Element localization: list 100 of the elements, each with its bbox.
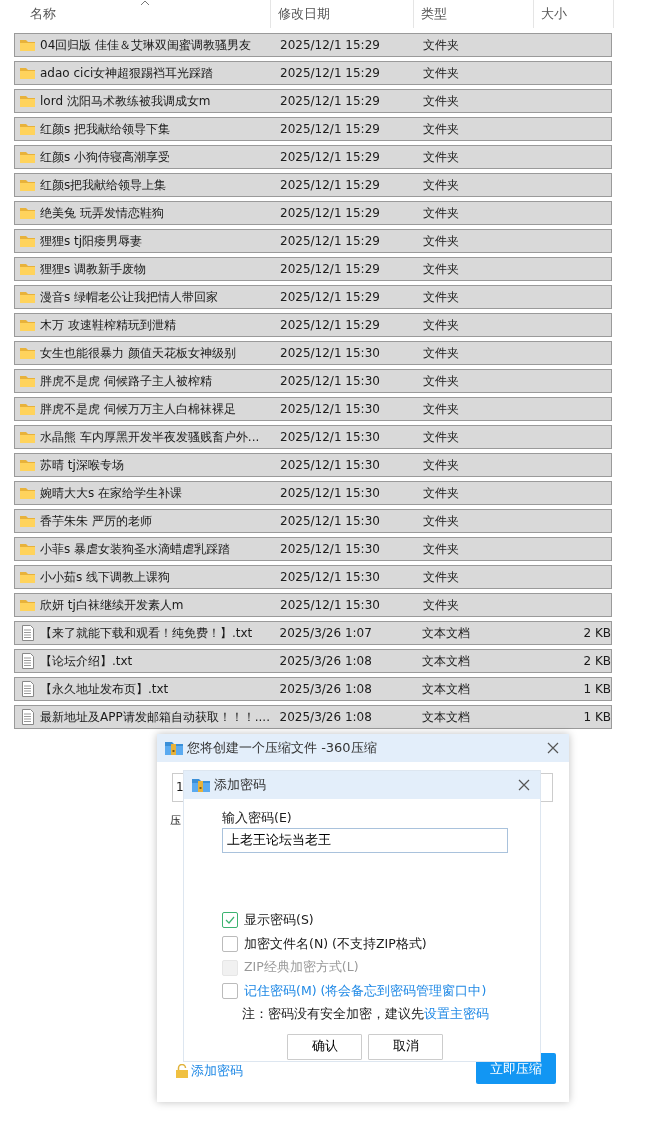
modified-date: 2025/12/1 15:29 (280, 65, 381, 82)
file-row[interactable]: 漫音s 绿帽老公让我把情人带回家 2025/12/1 15:29 文件夹 (14, 285, 612, 309)
file-name: 水晶熊 车内厚黑开发半夜发骚贱畜户外... (40, 429, 261, 446)
file-row[interactable]: 小菲s 暴虐女装狗圣水滴蜡虐乳踩踏 2025/12/1 15:30 文件夹 (14, 537, 612, 561)
file-type: 文件夹 (423, 541, 460, 558)
file-row[interactable]: 红颜s 把我献给领导下集 2025/12/1 15:29 文件夹 (14, 117, 612, 141)
lock-icon (175, 1063, 189, 1078)
modified-date: 2025/12/1 15:29 (280, 121, 381, 138)
file-row[interactable]: 胖虎不是虎 伺候路子主人被榨精 2025/12/1 15:30 文件夹 (14, 369, 612, 393)
set-master-password-link[interactable]: 设置主密码 (424, 1005, 489, 1021)
dialog-title: 添加密码 (214, 776, 266, 795)
modified-date: 2025/3/26 1:07 (279, 625, 373, 642)
modified-date: 2025/12/1 15:29 (280, 205, 381, 222)
file-type: 文件夹 (423, 93, 460, 110)
file-name: adao cici女神超狠踢裆耳光踩踏 (40, 65, 215, 82)
file-type: 文件夹 (423, 37, 460, 54)
password-field[interactable]: 上老王论坛当老王 (222, 827, 508, 853)
file-row[interactable]: 04回归版 佳佳＆艾琳双闺蜜调教骚男友 2025/12/1 15:29 文件夹 (14, 33, 612, 57)
file-size: 2 KB (582, 653, 611, 670)
file-row[interactable]: 红颜s把我献给领导上集 2025/12/1 15:29 文件夹 (14, 173, 612, 197)
file-size: 2 KB (582, 625, 611, 642)
column-header[interactable]: 名称 (0, 0, 271, 28)
file-name: 【来了就能下载和观看！纯免费！】.txt (40, 625, 254, 642)
file-row[interactable]: 【来了就能下载和观看！纯免费！】.txt 2025/3/26 1:07 文本文档 2 KB (14, 621, 612, 645)
file-row[interactable]: adao cici女神超狠踢裆耳光踩踏 2025/12/1 15:29 文件夹 (14, 61, 612, 85)
modified-date: 2025/3/26 1:08 (279, 709, 373, 726)
folder-icon (19, 373, 36, 389)
file-type: 文件夹 (423, 597, 460, 614)
folder-icon (19, 429, 36, 445)
window-title: 您将创建一个压缩文件 -360压缩 (187, 739, 377, 758)
modified-date: 2025/12/1 15:29 (280, 317, 381, 334)
file-row[interactable]: 最新地址及APP请发邮箱自动获取！！！.... 2025/3/26 1:08 文本文档 1 KB (14, 705, 612, 729)
file-type: 文本文档 (422, 625, 472, 642)
file-name: 苏晴 tj深喉专场 (40, 457, 125, 474)
file-type: 文件夹 (423, 177, 460, 194)
file-row[interactable]: 狸狸s tj阳痿男辱妻 2025/12/1 15:29 文件夹 (14, 229, 612, 253)
file-row[interactable]: lord 沈阳马术教练被我调成女m 2025/12/1 15:29 文件夹 (14, 89, 612, 113)
add-password-link[interactable]: 添加密码 (191, 1061, 243, 1081)
folder-icon (19, 93, 36, 109)
file-row[interactable]: 【永久地址发布页】.txt 2025/3/26 1:08 文本文档 1 KB (14, 677, 612, 701)
document-icon (19, 681, 36, 697)
file-row[interactable]: 香芋朱朱 严厉的老师 2025/12/1 15:30 文件夹 (14, 509, 612, 533)
file-row[interactable]: 苏晴 tj深喉专场 2025/12/1 15:30 文件夹 (14, 453, 612, 477)
file-type: 文件夹 (423, 233, 460, 250)
file-row[interactable]: 胖虎不是虎 伺候万万主人白棉袜裸足 2025/12/1 15:30 文件夹 (14, 397, 612, 421)
file-size: 1 KB (582, 709, 611, 726)
file-row[interactable]: 水晶熊 车内厚黑开发半夜发骚贱畜户外... 2025/12/1 15:30 文件夹 (14, 425, 612, 449)
folder-icon (19, 569, 36, 585)
dialog-button[interactable]: 确认 (287, 1033, 362, 1060)
file-name: 女生也能很暴力 颜值天花板女神级别 (40, 345, 237, 362)
file-row[interactable]: 绝美兔 玩弄发情恋鞋狗 2025/12/1 15:29 文件夹 (14, 201, 612, 225)
modified-date: 2025/12/1 15:30 (280, 513, 381, 530)
checkbox[interactable] (222, 983, 238, 1000)
folder-icon (19, 177, 36, 193)
modified-date: 2025/12/1 15:30 (280, 401, 381, 418)
file-row[interactable]: 红颜s 小狗侍寝高潮享受 2025/12/1 15:29 文件夹 (14, 145, 612, 169)
checkbox[interactable] (222, 912, 238, 929)
file-name: 绝美兔 玩弄发情恋鞋狗 (40, 205, 165, 222)
folder-icon (19, 149, 36, 165)
file-row[interactable]: 婉晴大大s 在家给学生补课 2025/12/1 15:30 文件夹 (14, 481, 612, 505)
file-type: 文件夹 (423, 513, 460, 530)
file-row[interactable]: 欣妍 tj白袜继续开发素人m 2025/12/1 15:30 文件夹 (14, 593, 612, 617)
folder-icon (19, 485, 36, 501)
file-name: 漫音s 绿帽老公让我把情人带回家 (40, 289, 220, 306)
column-header[interactable]: 大小 (534, 0, 614, 28)
file-size: 1 KB (582, 681, 611, 698)
file-type: 文件夹 (423, 149, 460, 166)
file-row[interactable]: 【论坛介绍】.txt 2025/3/26 1:08 文本文档 2 KB (14, 649, 612, 673)
file-name: 狸狸s 调教新手废物 (40, 261, 148, 278)
modified-date: 2025/12/1 15:29 (280, 233, 381, 250)
file-name: 【永久地址发布页】.txt (40, 681, 170, 698)
folder-icon (19, 345, 36, 361)
modified-date: 2025/12/1 15:30 (280, 345, 381, 362)
file-row[interactable]: 女生也能很暴力 颜值天花板女神级别 2025/12/1 15:30 文件夹 (14, 341, 612, 365)
dialog-button[interactable]: 取消 (368, 1033, 443, 1060)
modified-date: 2025/12/1 15:30 (280, 429, 381, 446)
option-label: ZIP经典加密方式(L) (244, 958, 359, 977)
file-type: 文件夹 (423, 65, 460, 82)
folder-icon (19, 37, 36, 53)
modified-date: 2025/3/26 1:08 (279, 681, 373, 698)
modified-date: 2025/3/26 1:08 (279, 653, 373, 670)
file-row[interactable]: 小小茹s 线下调教上课狗 2025/12/1 15:30 文件夹 (14, 565, 612, 589)
column-header[interactable]: 修改日期 (271, 0, 414, 28)
file-type: 文本文档 (422, 681, 472, 698)
field-label: 输入密码(E) (222, 809, 293, 827)
file-type: 文件夹 (423, 429, 460, 446)
file-name: 香芋朱朱 严厉的老师 (40, 513, 153, 530)
file-name: 欣妍 tj白袜继续开发素人m (40, 597, 185, 614)
checkbox[interactable] (222, 935, 238, 952)
column-header[interactable]: 类型 (414, 0, 534, 28)
close-icon[interactable] (518, 779, 530, 791)
modified-date: 2025/12/1 15:29 (280, 93, 381, 110)
file-name: 小菲s 暴虐女装狗圣水滴蜡虐乳踩踏 (40, 541, 232, 558)
close-icon[interactable] (547, 742, 559, 754)
file-row[interactable]: 狸狸s 调教新手废物 2025/12/1 15:29 文件夹 (14, 257, 612, 281)
file-name: 狸狸s tj阳痿男辱妻 (40, 233, 144, 250)
modified-date: 2025/12/1 15:30 (280, 373, 381, 390)
file-row[interactable]: 木万 攻速鞋榨精玩到泄精 2025/12/1 15:29 文件夹 (14, 313, 612, 337)
file-type: 文件夹 (423, 569, 460, 586)
archive-icon (192, 777, 210, 793)
